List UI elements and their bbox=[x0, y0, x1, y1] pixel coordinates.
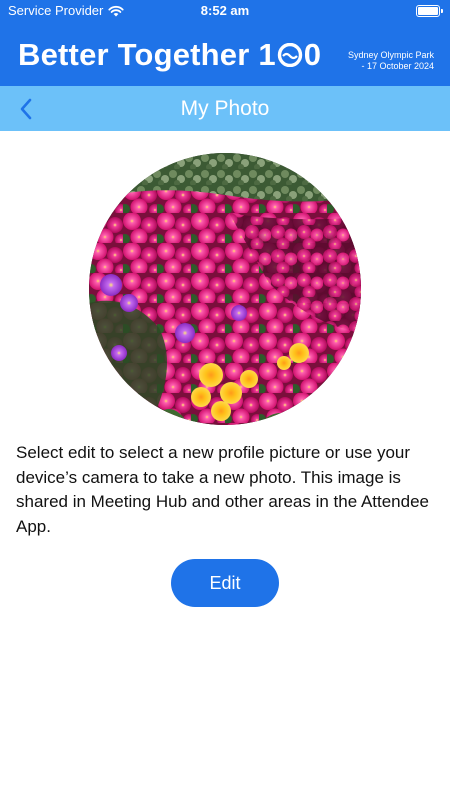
wave-logo-icon bbox=[277, 42, 302, 68]
battery-fill bbox=[418, 7, 438, 15]
page-title: My Photo bbox=[180, 97, 270, 120]
profile-photo[interactable] bbox=[89, 153, 361, 425]
flower-photo-image bbox=[89, 153, 361, 425]
brand-title-suffix: 0 bbox=[303, 37, 322, 72]
brand-banner: Better Together 1 0 Sydney Olympic Park … bbox=[0, 22, 450, 86]
event-venue: Sydney Olympic Park bbox=[347, 50, 434, 60]
nav-bar: My Photo bbox=[0, 86, 450, 131]
edit-button[interactable]: Edit bbox=[171, 559, 279, 607]
battery-icon bbox=[416, 5, 443, 17]
photo-instructions: Select edit to select a new profile pict… bbox=[16, 443, 430, 536]
status-time: 8:52 am bbox=[200, 3, 250, 18]
brand-title-text: Better Together 1 bbox=[18, 37, 276, 72]
status-bar: Service Provider 8:52 am bbox=[0, 0, 450, 22]
brand-title: Better Together 1 0 bbox=[18, 37, 321, 73]
event-date: - 17 October 2024 bbox=[361, 61, 434, 71]
event-info: Sydney Olympic Park - 17 October 2024 bbox=[348, 50, 434, 72]
